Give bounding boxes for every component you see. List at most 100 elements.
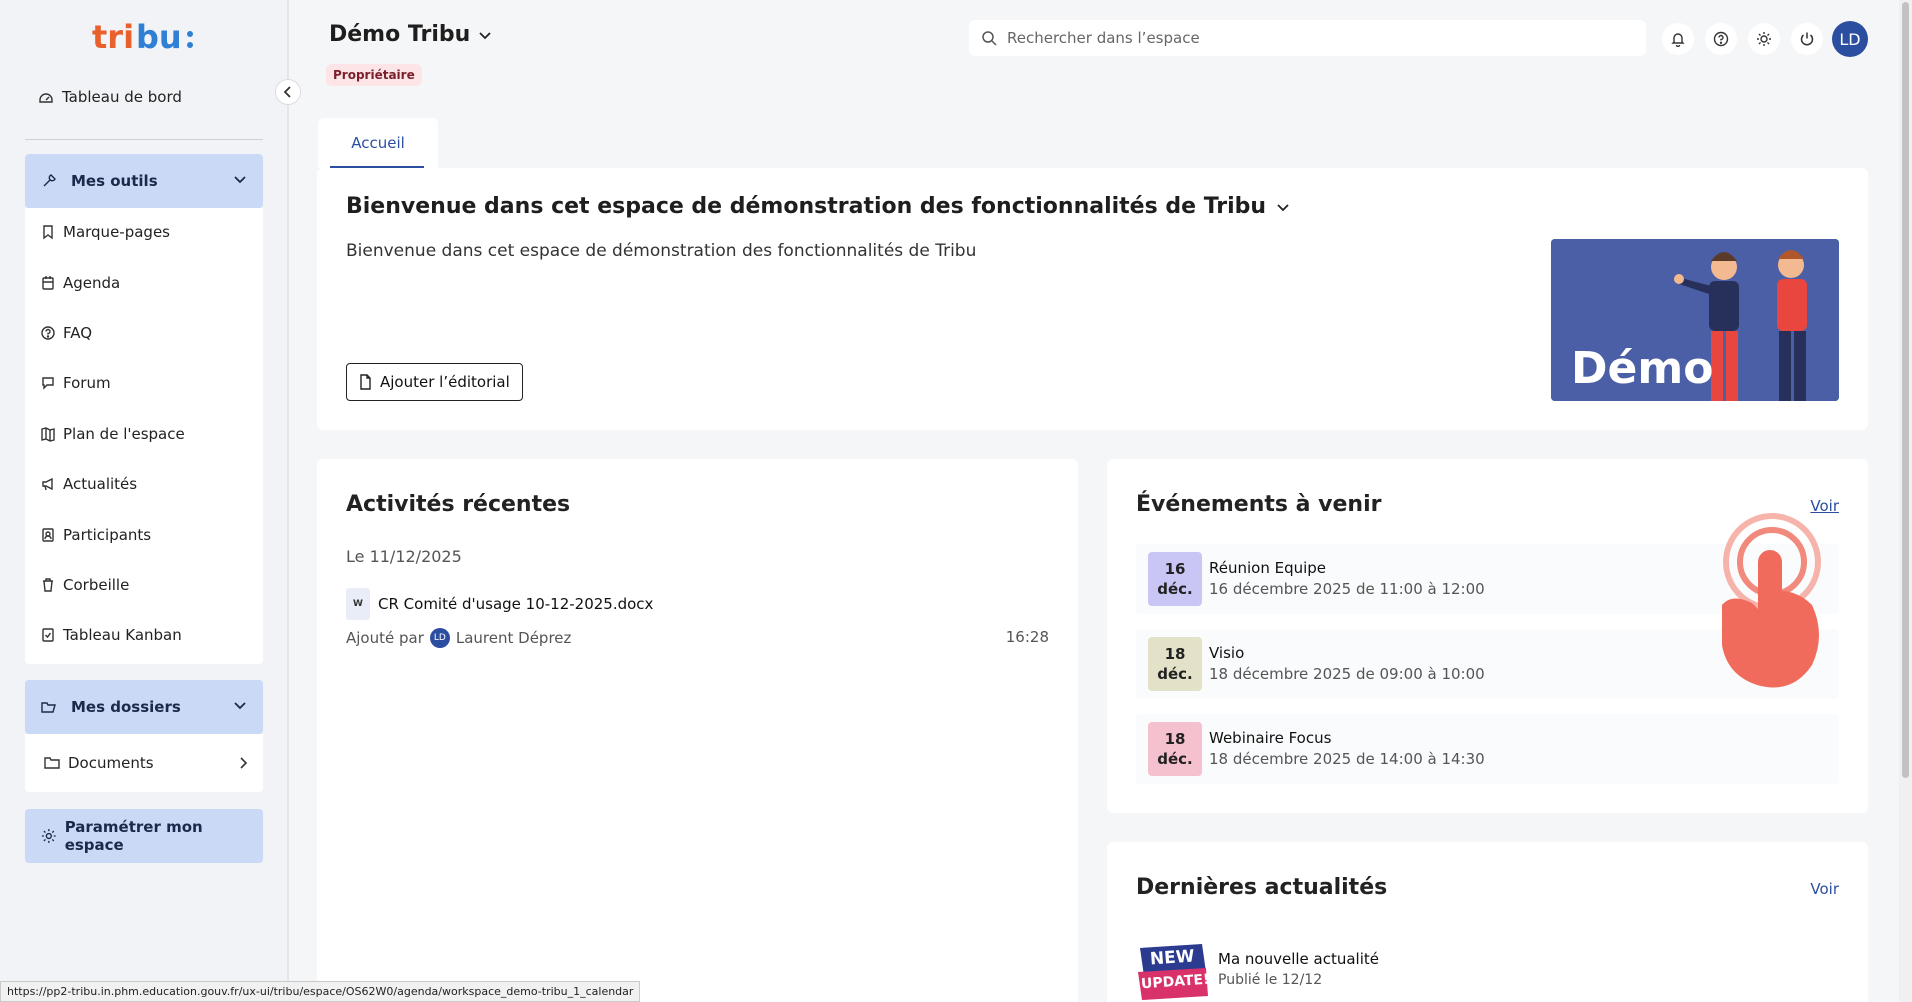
sidebar-item-faq[interactable]: FAQ — [41, 324, 92, 342]
sidebar-item-space-map[interactable]: Plan de l'espace — [41, 425, 185, 443]
event-title: Réunion Equipe — [1209, 559, 1327, 577]
scrollbar-thumb[interactable] — [1902, 2, 1909, 778]
dashboard-icon — [39, 93, 53, 103]
map-icon — [41, 427, 55, 442]
news-see-all-link[interactable]: Voir — [1810, 880, 1839, 898]
tools-group-toggle[interactable]: Mes outils — [25, 154, 263, 208]
event-month: déc. — [1157, 665, 1193, 683]
space-settings-button[interactable]: Paramétrer mon espace — [25, 809, 263, 863]
sidebar-item-dashboard[interactable]: Tableau de bord — [38, 88, 182, 106]
demo-illustration: Démo — [1551, 239, 1839, 401]
sidebar-item-bookmarks[interactable]: Marque-pages — [41, 223, 170, 241]
search-input[interactable] — [1007, 29, 1607, 47]
space-settings-label: Paramétrer mon espace — [64, 818, 203, 854]
recent-activities-title: Activités récentes — [346, 492, 571, 517]
sidebar-item-agenda[interactable]: Agenda — [41, 274, 120, 292]
logout-button[interactable] — [1791, 23, 1823, 55]
news-title: Ma nouvelle actualité — [1218, 950, 1379, 968]
click-hint-hand-icon — [1722, 513, 1821, 688]
event-day: 16 — [1164, 560, 1186, 578]
event-date-badge: 18 déc. — [1148, 722, 1202, 776]
event-time: 18 décembre 2025 de 14:00 à 14:30 — [1209, 750, 1485, 768]
sidebar-item-kanban[interactable]: Tableau Kanban — [41, 626, 182, 644]
event-title: Webinaire Focus — [1209, 729, 1332, 747]
calendar-icon — [42, 276, 54, 290]
search-icon — [982, 31, 997, 46]
kanban-icon — [42, 628, 54, 642]
user-avatar[interactable]: LD — [1832, 21, 1868, 57]
author-name: Laurent Déprez — [455, 629, 572, 647]
event-month: déc. — [1157, 580, 1193, 598]
bookmark-icon — [43, 225, 53, 240]
activity-time: 16:28 — [1005, 628, 1049, 646]
editorial-title: Bienvenue dans cet espace de démonstrati… — [346, 194, 1267, 219]
folder-icon — [44, 757, 60, 769]
bell-icon — [1671, 33, 1685, 47]
latest-news-title: Dernières actualités — [1136, 875, 1388, 900]
folders-group-list: Documents — [25, 734, 263, 792]
notifications-button[interactable] — [1662, 23, 1694, 55]
chevron-down-icon — [234, 702, 246, 710]
workspace-switcher[interactable]: Démo Tribu — [329, 22, 492, 47]
chevron-down-icon — [479, 31, 491, 39]
sidebar-item-trash[interactable]: Corbeille — [41, 576, 129, 594]
sidebar-item-news[interactable]: Actualités — [41, 475, 137, 493]
sidebar-item-label: Agenda — [63, 274, 121, 292]
upcoming-events-title: Événements à venir — [1136, 492, 1382, 517]
activity-file-name: CR Comité d'usage 10-12-2025.docx — [378, 595, 654, 613]
activity-file-link[interactable]: W CR Comité d'usage 10-12-2025.docx — [346, 588, 653, 620]
activity-date-label: Le 11/12/2025 — [346, 547, 462, 566]
workspace-title: Démo Tribu — [329, 22, 471, 47]
tab-accueil[interactable]: Accueil — [318, 118, 438, 168]
power-icon — [1800, 32, 1814, 46]
sidebar-item-label: Participants — [63, 526, 152, 544]
news-date: Publié le 12/12 — [1218, 972, 1323, 988]
folders-group-label: Mes dossiers — [71, 698, 181, 716]
chevron-down-icon — [1277, 203, 1289, 211]
folders-group-toggle[interactable]: Mes dossiers — [25, 680, 263, 734]
activity-author: Ajouté par LD Laurent Déprez — [346, 628, 571, 648]
sun-icon — [1757, 32, 1771, 46]
forum-icon — [42, 377, 54, 390]
search-bar — [969, 20, 1646, 56]
collapse-sidebar-button[interactable] — [275, 79, 301, 105]
event-item[interactable]: 18 déc. Webinaire Focus 18 décembre 2025… — [1136, 714, 1839, 784]
news-item[interactable]: NEW UPDATE! Ma nouvelle actualité Publié… — [1136, 942, 1379, 1002]
folder-open-icon — [41, 702, 56, 713]
help-icon — [41, 326, 55, 340]
sidebar-item-participants[interactable]: Participants — [41, 526, 151, 544]
demo-illustration-text: Démo — [1571, 343, 1714, 394]
add-editorial-button[interactable]: Ajouter l’éditorial — [346, 363, 523, 401]
chevron-right-icon — [240, 757, 248, 769]
activity-added-by-prefix: Ajouté par — [346, 629, 424, 647]
editorial-text: Bienvenue dans cet espace de démonstrati… — [346, 241, 977, 261]
sidebar-item-forum[interactable]: Forum — [41, 374, 111, 392]
tools-group-label: Mes outils — [71, 172, 158, 190]
megaphone-icon — [42, 477, 53, 491]
page-scrollbar[interactable] — [1899, 0, 1912, 1002]
latest-news-card: Dernières actualités Voir NEW UPDATE! Ma… — [1107, 842, 1868, 1002]
sidebar-item-label: Actualités — [63, 475, 138, 493]
help-icon — [1713, 31, 1729, 47]
sidebar-item-label: Tableau Kanban — [63, 626, 182, 644]
add-editorial-label: Ajouter l’éditorial — [380, 373, 510, 391]
chevron-down-icon — [234, 176, 246, 184]
theme-toggle-button[interactable] — [1748, 23, 1780, 55]
word-file-icon: W — [346, 588, 370, 620]
event-date-badge: 16 déc. — [1148, 552, 1202, 606]
event-time: 18 décembre 2025 de 09:00 à 10:00 — [1209, 665, 1485, 683]
help-button[interactable] — [1705, 23, 1737, 55]
sidebar-item-label: Plan de l'espace — [63, 425, 185, 443]
recent-activities-card: Activités récentes Le 11/12/2025 W CR Co… — [317, 459, 1078, 1002]
chevron-left-icon — [283, 86, 291, 98]
editorial-title-toggle[interactable]: Bienvenue dans cet espace de démonstrati… — [346, 194, 1290, 219]
tribu-logo[interactable]: tri bu — [92, 18, 196, 58]
event-date-badge: 18 déc. — [1148, 637, 1202, 691]
gear-icon — [41, 829, 56, 843]
sidebar-item-label: Marque-pages — [63, 223, 170, 241]
new-update-badge-icon: NEW UPDATE! — [1136, 942, 1210, 1002]
tools-icon — [43, 174, 56, 187]
status-bar-url: https://pp2-tribu.in.phm.education.gouv.… — [0, 981, 641, 1002]
sidebar-divider — [25, 139, 263, 140]
sidebar-item-documents[interactable]: Documents — [44, 754, 249, 772]
